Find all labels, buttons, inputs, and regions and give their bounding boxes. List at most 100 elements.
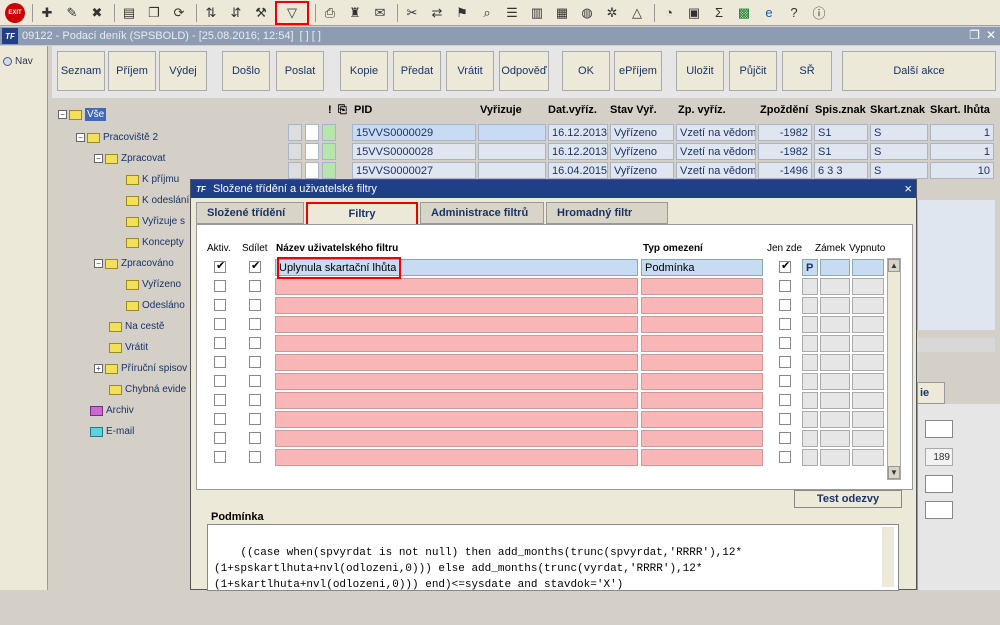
zamek-field[interactable] [820, 430, 850, 447]
sdilet-checkbox[interactable] [249, 375, 261, 387]
filter-name-field[interactable] [275, 373, 638, 390]
filter-name-field[interactable] [275, 411, 638, 428]
globe-icon[interactable]: ◍ [576, 2, 598, 24]
lock-field[interactable] [802, 411, 818, 428]
mail-icon[interactable]: ✉ [369, 2, 391, 24]
row-indicator[interactable] [288, 162, 302, 179]
lhuta-cell[interactable]: 1 [930, 124, 994, 141]
collapse-icon[interactable]: − [94, 259, 103, 268]
aktiv-checkbox[interactable] [214, 451, 226, 463]
sort-asc-icon[interactable]: ⇅ [200, 2, 222, 24]
condition-scrollbar[interactable] [882, 527, 894, 587]
horizontal-scrollbar[interactable] [917, 338, 995, 352]
filter-row-empty[interactable] [197, 354, 897, 372]
jenzde-checkbox[interactable] [779, 337, 791, 349]
vypnuto-field[interactable] [852, 449, 884, 466]
skart-cell[interactable]: S [870, 143, 928, 160]
filter-type-field[interactable] [641, 335, 763, 352]
sdilet-checkbox[interactable] [249, 432, 261, 444]
zamek-field[interactable] [820, 354, 850, 371]
dalsi-akce-button[interactable]: Další akce [842, 51, 996, 91]
table-row[interactable]: 15VVS0000027 16.04.2015 Vyřízeno Vzetí n… [288, 162, 996, 180]
list-icon[interactable]: ☰ [501, 2, 523, 24]
spis-cell[interactable]: 6 3 3 [814, 162, 868, 179]
vydej-button[interactable]: Výdej [159, 51, 207, 91]
vratit-button[interactable]: Vrátit [446, 51, 494, 91]
vyrizuje-cell[interactable] [478, 162, 546, 179]
filter-row-empty[interactable] [197, 297, 897, 315]
lock-field[interactable] [802, 430, 818, 447]
tree-node-vratit[interactable]: Vrátit [109, 342, 148, 353]
zamek-field[interactable] [820, 278, 850, 295]
col-header-spis[interactable]: Spis.znak [815, 104, 866, 116]
filter-name-field[interactable] [275, 316, 638, 333]
vypnuto-field[interactable] [852, 278, 884, 295]
predat-button[interactable]: Předat [393, 51, 441, 91]
add-document-icon[interactable]: ✚ [36, 2, 58, 24]
tree-node-vyrizuje[interactable]: Vyřizuje s [126, 216, 185, 227]
filter-type-field[interactable] [641, 411, 763, 428]
pujcit-button[interactable]: Půjčit [729, 51, 777, 91]
sdilet-checkbox[interactable] [249, 318, 261, 330]
dialog-titlebar[interactable]: TF Složené třídění a uživatelské filtry … [191, 180, 916, 198]
col-header-skart[interactable]: Skart.znak [870, 104, 925, 116]
exit-icon[interactable]: EXIT [4, 2, 26, 24]
ulozit-button[interactable]: Uložit [676, 51, 724, 91]
pid-cell[interactable]: 15VVS0000027 [352, 162, 476, 179]
condition-textarea[interactable]: ((case when(spvyrdat is not null) then a… [207, 524, 899, 591]
jenzde-checkbox[interactable] [779, 356, 791, 368]
tree-node-email[interactable]: E-mail [90, 426, 134, 437]
copy-icon[interactable]: ❐ [143, 2, 165, 24]
vypnuto-field[interactable] [852, 259, 884, 276]
collapse-icon[interactable]: − [58, 110, 67, 119]
col-header-vyrizuje[interactable]: Vyřizuje [480, 104, 522, 116]
aktiv-checkbox[interactable] [214, 432, 226, 444]
col-header-zp[interactable]: Zp. vyříz. [678, 104, 726, 116]
jenzde-checkbox[interactable] [779, 451, 791, 463]
tree-node-koncepty[interactable]: Koncepty [126, 237, 184, 248]
expand-icon[interactable]: + [94, 364, 103, 373]
vypnuto-field[interactable] [852, 373, 884, 390]
sdilet-checkbox[interactable] [249, 280, 261, 292]
tree-node-archiv[interactable]: Archiv [90, 405, 134, 416]
row-checkbox[interactable] [305, 143, 319, 160]
skart-cell[interactable]: S [870, 124, 928, 141]
poslat-button[interactable]: Poslat [276, 51, 324, 91]
kopie-button[interactable]: Kopie [340, 51, 388, 91]
tree-node-k-odeslani[interactable]: K odeslání [126, 195, 189, 206]
tools-icon[interactable]: ⚒ [250, 2, 272, 24]
prijem-button[interactable]: Příjem [108, 51, 156, 91]
printer-icon[interactable]: ⎙ [319, 2, 341, 24]
detail-field[interactable] [925, 475, 953, 493]
row-indicator[interactable] [288, 143, 302, 160]
zp-cell[interactable]: Vzetí na vědom [676, 162, 756, 179]
filter-row-empty[interactable] [197, 373, 897, 391]
vypnuto-field[interactable] [852, 411, 884, 428]
filters-scrollbar[interactable]: ▲ ▼ [887, 258, 901, 480]
delete-document-icon[interactable]: ✖ [86, 2, 108, 24]
vypnuto-field[interactable] [852, 316, 884, 333]
filter-type-field[interactable] [641, 373, 763, 390]
col-header-pid[interactable]: PID [354, 104, 372, 116]
stav-cell[interactable]: Vyřízeno [610, 124, 674, 141]
detail-field[interactable] [925, 420, 953, 438]
col-header-dat[interactable]: Dat.vyříz. [548, 104, 597, 116]
stav-cell[interactable]: Vyřízeno [610, 162, 674, 179]
filter-type-field[interactable] [641, 297, 763, 314]
filter-row-empty[interactable] [197, 316, 897, 334]
col-header-lhuta[interactable]: Skart. lhůta [930, 104, 990, 116]
col-header-stav[interactable]: Stav Vyř. [610, 104, 657, 116]
ok-button[interactable]: OK [562, 51, 610, 91]
pid-cell[interactable]: 15VVS0000029 [352, 124, 476, 141]
scroll-up-icon[interactable]: ▲ [888, 259, 900, 272]
zamek-field[interactable] [820, 449, 850, 466]
collapse-icon[interactable]: − [76, 133, 85, 142]
tree-node-zpracovano[interactable]: − Zpracováno [94, 258, 174, 269]
stamp-icon[interactable]: ♜ [344, 2, 366, 24]
skart-cell[interactable]: S [870, 162, 928, 179]
row-checkbox[interactable] [305, 124, 319, 141]
col-header-zpozdeni[interactable]: Zpoždění [760, 104, 808, 116]
edit-document-icon[interactable]: ✎ [61, 2, 83, 24]
eprijem-button[interactable]: ePříjem [614, 51, 662, 91]
date-cell[interactable]: 16.12.2013 [548, 124, 608, 141]
